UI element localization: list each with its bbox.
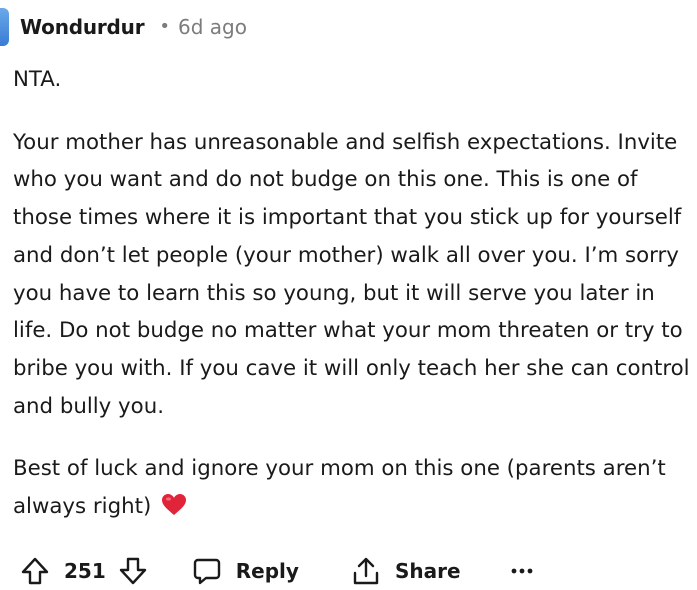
heart-emoji-icon xyxy=(161,493,187,516)
reply-label: Reply xyxy=(235,559,299,583)
avatar-icon[interactable] xyxy=(0,8,9,46)
share-button[interactable]: Share xyxy=(351,556,461,586)
downvote-button[interactable] xyxy=(118,556,148,586)
comment-header: Wondurdur • 6d ago xyxy=(0,8,247,46)
comment-paragraph-text: Best of luck and ignore your mom on this… xyxy=(13,456,666,520)
comment-paragraph-last: Best of luck and ignore your mom on this… xyxy=(13,450,693,525)
comment-paragraph: Your mother has unreasonable and selfish… xyxy=(13,129,690,419)
separator-dot: • xyxy=(159,15,170,37)
more-options-button[interactable] xyxy=(511,567,533,575)
reply-button[interactable]: Reply xyxy=(192,556,299,586)
speech-bubble-icon xyxy=(192,556,222,586)
comment-body: NTA. Your mother has unreasonable and se… xyxy=(13,61,693,526)
upvote-button[interactable] xyxy=(20,556,50,586)
comment-paragraph: NTA. xyxy=(13,67,62,92)
share-icon xyxy=(351,556,381,586)
ellipsis-icon xyxy=(511,567,533,575)
comment: Wondurdur • 6d ago NTA. Your mother has … xyxy=(0,0,697,590)
vote-score: 251 xyxy=(64,559,106,583)
comment-actions: 251 Reply Share xyxy=(0,552,533,590)
author-username[interactable]: Wondurdur xyxy=(20,15,145,39)
comment-age[interactable]: 6d ago xyxy=(178,15,247,39)
downvote-arrow-icon xyxy=(118,556,148,586)
upvote-arrow-icon xyxy=(20,556,50,586)
share-label: Share xyxy=(394,559,461,583)
